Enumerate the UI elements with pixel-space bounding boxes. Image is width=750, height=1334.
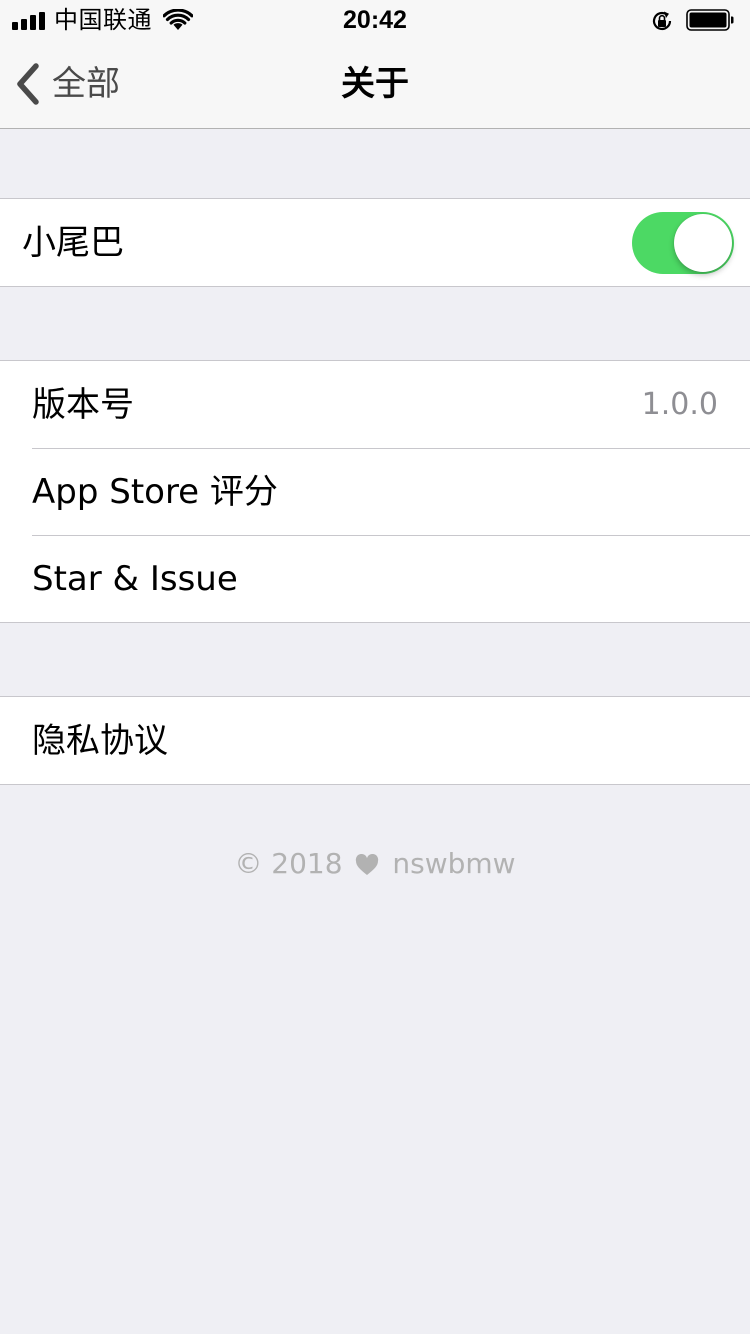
copyright-text: © 2018 <box>234 847 343 880</box>
tail-cell: 小尾巴 <box>0 199 750 286</box>
tail-settings-group: 小尾巴 <box>0 198 750 287</box>
privacy-policy-label: 隐私协议 <box>32 720 168 761</box>
orientation-lock-icon <box>652 11 672 31</box>
page-title: 关于 <box>341 64 409 104</box>
version-label: 版本号 <box>32 384 134 425</box>
version-value: 1.0.0 <box>641 387 718 422</box>
status-bar: 中国联通 20:42 <box>0 0 750 40</box>
top-bar: 中国联通 20:42 全部 关于 <box>0 0 750 129</box>
tail-label: 小尾巴 <box>22 222 124 263</box>
star-issue-cell[interactable]: Star & Issue <box>0 535 750 622</box>
battery-icon <box>686 9 734 31</box>
app-store-rating-label: App Store 评分 <box>32 471 278 512</box>
footer: © 2018 nswbmw <box>0 846 750 882</box>
version-cell: 版本号 1.0.0 <box>0 361 750 448</box>
app-store-rating-cell[interactable]: App Store 评分 <box>0 448 750 535</box>
author-name: nswbmw <box>392 847 516 880</box>
privacy-policy-cell[interactable]: 隐私协议 <box>0 697 750 784</box>
toggle-knob <box>674 214 732 272</box>
heart-icon <box>356 854 379 875</box>
star-issue-label: Star & Issue <box>32 558 238 599</box>
privacy-group: 隐私协议 <box>0 696 750 785</box>
tail-toggle[interactable] <box>632 212 734 274</box>
about-group: 版本号 1.0.0 App Store 评分 Star & Issue <box>0 360 750 623</box>
navigation-bar: 全部 关于 <box>0 40 750 128</box>
status-time: 20:42 <box>343 6 407 34</box>
